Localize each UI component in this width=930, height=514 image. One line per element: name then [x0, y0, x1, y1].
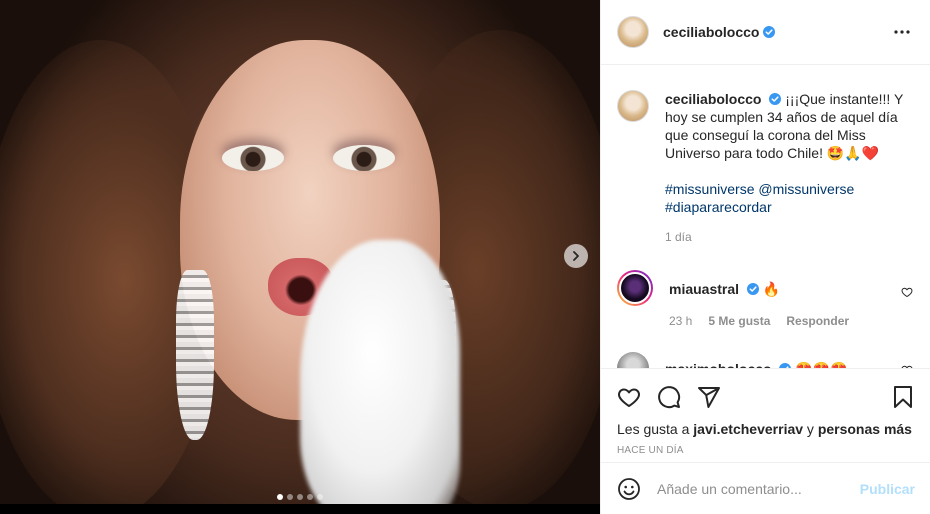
comment-username[interactable]: miauastral: [669, 281, 739, 297]
comment-body: miauastral 🔥 23 h 5 Me gusta Responder: [669, 280, 899, 330]
post-caption: ceciliabolocco ¡¡¡Que instante!!! Y hoy …: [617, 66, 915, 246]
avatar[interactable]: [617, 16, 649, 48]
comment-item: miauastral 🔥 23 h 5 Me gusta Responder: [617, 270, 915, 330]
likes-others-link[interactable]: personas más: [818, 421, 912, 437]
verified-badge-icon: [769, 93, 782, 105]
avatar[interactable]: [617, 90, 649, 122]
comment-text: 🔥: [762, 281, 781, 297]
more-options-button[interactable]: [890, 20, 914, 44]
post-timestamp[interactable]: HACE UN DÍA: [617, 445, 915, 456]
post-side-panel: ceciliabolocco ceciliabolocco ¡¡¡Que ins…: [600, 0, 930, 514]
verified-badge-icon: [763, 26, 776, 38]
carousel-dot: [277, 494, 283, 500]
like-heart-icon[interactable]: [617, 385, 641, 409]
comment-meta: 23 h 5 Me gusta Responder: [669, 312, 899, 330]
likes-summary: Les gusta a javi.etcheverriav y personas…: [617, 421, 915, 437]
post-photo: [0, 0, 600, 504]
photo-feather-boa: [300, 240, 460, 504]
comment-input[interactable]: [657, 480, 860, 497]
carousel-indicator: [0, 494, 600, 500]
comment-body: maximobolocco 😍😍😍: [665, 360, 895, 368]
likes-user-link[interactable]: javi.etcheverriav: [693, 421, 803, 437]
carousel-dot: [307, 494, 313, 500]
comment-like-count[interactable]: 5 Me gusta: [708, 312, 770, 330]
photo-eye-left: [222, 145, 284, 171]
likes-prefix: Les gusta a: [617, 421, 690, 437]
carousel-dot: [297, 494, 303, 500]
comments-list[interactable]: ceciliabolocco ¡¡¡Que instante!!! Y hoy …: [601, 66, 930, 368]
carousel-dot: [287, 494, 293, 500]
comment-icon[interactable]: [657, 385, 681, 409]
bookmark-icon[interactable]: [891, 385, 915, 409]
share-icon[interactable]: [697, 385, 721, 409]
comment-composer: Publicar: [601, 462, 930, 514]
caption-timestamp[interactable]: 1 día: [665, 228, 915, 246]
photo-eye-right: [333, 145, 395, 171]
avatar[interactable]: [617, 352, 649, 368]
avatar[interactable]: [617, 270, 653, 306]
more-horizontal-icon: [894, 30, 910, 34]
reply-button[interactable]: Responder: [786, 312, 849, 330]
caption-hashtags[interactable]: #missuniverse @missuniverse #diaparareco…: [665, 180, 915, 216]
caption-username[interactable]: ceciliabolocco: [665, 91, 761, 107]
photo-earring-left: [176, 270, 214, 440]
heart-icon[interactable]: [901, 286, 913, 298]
comment-text: 😍😍😍: [795, 361, 847, 368]
post-media[interactable]: [0, 0, 600, 514]
likes-joiner: y: [806, 421, 814, 437]
carousel-dot: [317, 494, 323, 500]
verified-badge-icon: [746, 283, 759, 295]
chevron-right-icon: [573, 251, 579, 261]
post-actions: Les gusta a javi.etcheverriav y personas…: [601, 368, 930, 456]
comment-item: maximobolocco 😍😍😍: [617, 352, 915, 368]
carousel-next-button[interactable]: [564, 244, 588, 268]
comment-username[interactable]: maximobolocco: [665, 361, 772, 368]
caption-body: ceciliabolocco ¡¡¡Que instante!!! Y hoy …: [665, 90, 915, 246]
emoji-icon[interactable]: [617, 477, 641, 501]
author-username[interactable]: ceciliabolocco: [663, 24, 759, 40]
publish-button[interactable]: Publicar: [860, 481, 915, 497]
comment-time[interactable]: 23 h: [669, 312, 692, 330]
post-header: ceciliabolocco: [601, 0, 930, 65]
action-bar: [617, 377, 915, 417]
